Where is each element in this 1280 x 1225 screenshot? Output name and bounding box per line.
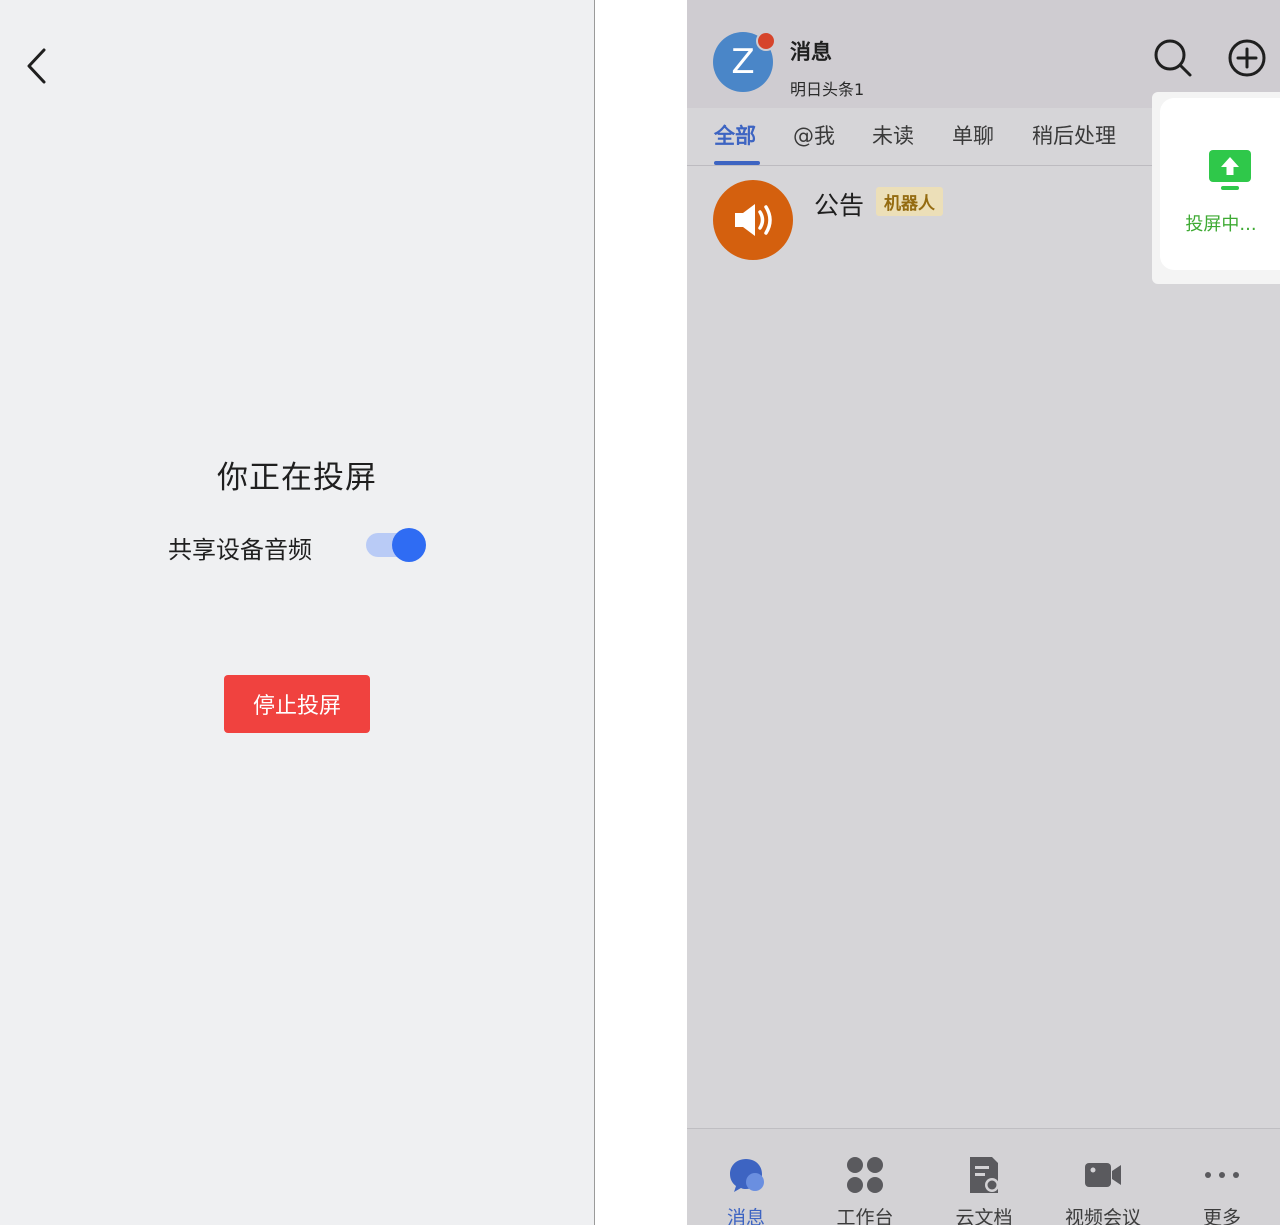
casting-label: 投屏中... [1185, 214, 1257, 235]
nav-messages[interactable]: 消息 [687, 1129, 805, 1225]
back-button[interactable] [18, 44, 58, 88]
tab-later[interactable]: 稍后处理 [1032, 120, 1116, 150]
nav-label: 工作台 [836, 1207, 894, 1225]
search-button[interactable] [1153, 38, 1193, 78]
chevron-left-icon [27, 48, 46, 84]
speaker-icon [735, 204, 772, 236]
cast-status-title: 你正在投屏 [217, 460, 377, 496]
casting-floating-window[interactable]: 投屏中... [1152, 92, 1280, 284]
stop-cast-button[interactable]: 停止投屏 [224, 675, 370, 733]
share-audio-label: 共享设备音频 [168, 536, 312, 564]
screen-cast-panel: 你正在投屏 共享设备音频 停止投屏 [0, 0, 595, 1225]
doc-icon [970, 1157, 999, 1193]
nav-workbench[interactable]: 工作台 [806, 1129, 924, 1225]
screen-upload-icon [1209, 150, 1251, 190]
casting-card: 投屏中... [1160, 98, 1280, 270]
page-title: 消息 [790, 40, 832, 64]
active-tab-indicator [714, 161, 760, 165]
search-icon [1154, 39, 1192, 77]
nav-video-meeting[interactable]: 视频会议 [1044, 1129, 1162, 1225]
grid-icon [847, 1157, 883, 1193]
nav-label: 视频会议 [1064, 1207, 1141, 1225]
nav-docs[interactable]: 云文档 [925, 1129, 1043, 1225]
nav-label: 云文档 [955, 1207, 1013, 1225]
bot-badge: 机器人 [876, 187, 943, 216]
announcement-avatar [713, 180, 793, 260]
video-camera-icon [1085, 1163, 1121, 1187]
messages-app: Z 消息 明日头条1 全部 @我 未读 单聊 稍后处理 公告 机器人 投屏中..… [687, 0, 1280, 1225]
nav-label: 更多 [1202, 1207, 1241, 1225]
add-button[interactable] [1227, 38, 1267, 78]
tab-mentions[interactable]: @我 [793, 120, 835, 150]
toggle-knob [392, 528, 426, 562]
chat-bubble-icon [730, 1159, 764, 1192]
chat-title: 公告 [814, 191, 865, 220]
plus-circle-icon [1228, 39, 1266, 77]
org-name: 明日头条1 [790, 80, 865, 99]
tab-unread[interactable]: 未读 [872, 120, 914, 150]
share-audio-toggle[interactable] [366, 528, 428, 562]
tab-all[interactable]: 全部 [714, 120, 756, 150]
more-dots-icon [1205, 1172, 1239, 1178]
avatar-status-dot [756, 31, 776, 51]
nav-more[interactable]: 更多 [1163, 1129, 1280, 1225]
bottom-nav: 消息 工作台 云文档 视频会议 更多 [687, 1128, 1280, 1225]
tab-direct[interactable]: 单聊 [952, 120, 994, 150]
nav-label: 消息 [726, 1207, 765, 1225]
